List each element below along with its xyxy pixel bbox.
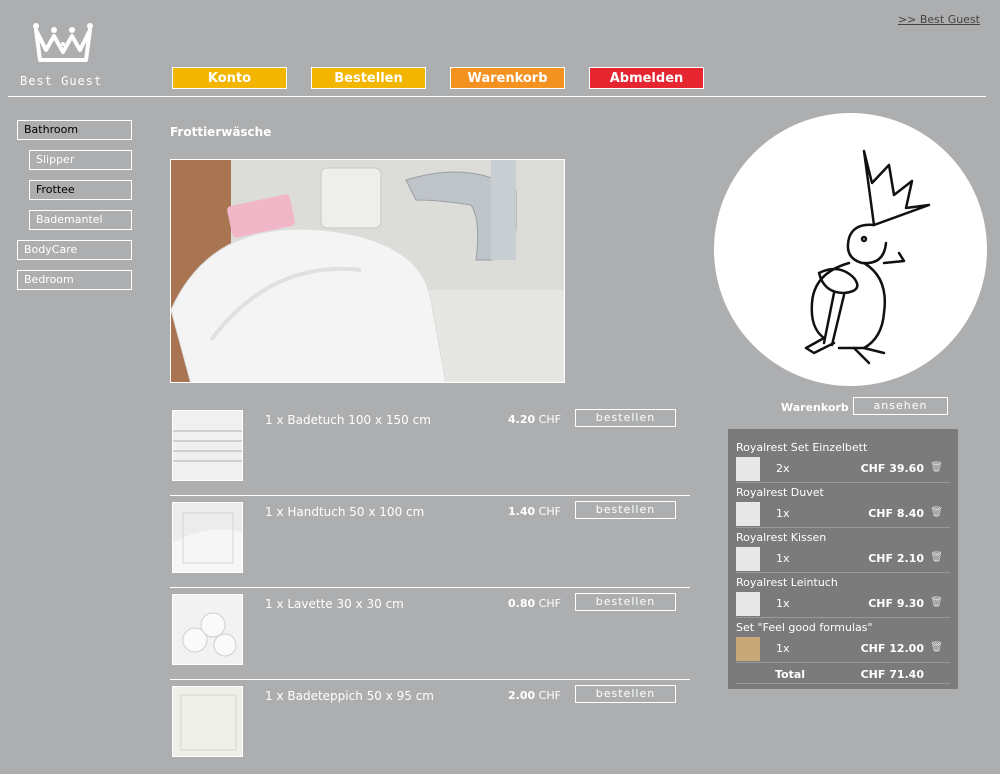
cart-item-name: Royalrest Kissen	[736, 531, 827, 544]
cart-item: Royalrest Duvet 1x CHF 8.40 🗑	[736, 484, 950, 529]
trash-icon[interactable]: 🗑	[930, 552, 943, 563]
cart-item-price: CHF 9.30	[868, 597, 924, 610]
product-name: 1 x Badeteppich 50 x 95 cm	[265, 689, 434, 703]
nav-warenkorb-button[interactable]: Warenkorb	[450, 67, 565, 89]
product-price: 2.00 CHF	[508, 689, 561, 702]
cart-item-qty: 2x	[776, 462, 790, 475]
section-title: Frottierwäsche	[170, 125, 272, 139]
cart-item: Royalrest Kissen 1x CHF 2.10 🗑	[736, 529, 950, 574]
nav-bestellen-button[interactable]: Bestellen	[311, 67, 426, 89]
divider	[736, 527, 950, 528]
cart-item-thumbnail	[736, 547, 760, 571]
cart-item-name: Set "Feel good formulas"	[736, 621, 873, 634]
cart-label: Warenkorb	[781, 401, 849, 414]
divider	[170, 495, 690, 496]
cart-item-qty: 1x	[776, 597, 790, 610]
divider	[736, 572, 950, 573]
product-thumbnail[interactable]	[172, 502, 243, 573]
cart-item-name: Royalrest Leintuch	[736, 576, 838, 589]
product-price: 4.20 CHF	[508, 413, 561, 426]
cart-item-thumbnail	[736, 502, 760, 526]
cart-item: Royalrest Leintuch 1x CHF 9.30 🗑	[736, 574, 950, 619]
cart-total-label: Total	[775, 668, 806, 681]
sidebar-item-bedroom[interactable]: Bedroom	[17, 270, 132, 290]
hero-image	[170, 159, 565, 383]
trash-icon[interactable]: 🗑	[930, 507, 943, 518]
sidebar-item-bademantel[interactable]: Bademantel	[29, 210, 132, 230]
product-price: 0.80 CHF	[508, 597, 561, 610]
divider	[736, 617, 950, 618]
cart-item-price: CHF 8.40	[868, 507, 924, 520]
divider	[170, 679, 690, 680]
order-button[interactable]: bestellen	[575, 501, 676, 519]
trash-icon[interactable]: 🗑	[930, 462, 943, 473]
divider	[170, 587, 690, 588]
brand-name: Best Guest	[20, 74, 103, 88]
sidebar-item-frottee[interactable]: Frottee	[29, 180, 132, 200]
crown-icon	[33, 23, 93, 62]
cart-total-value: CHF 71.40	[860, 668, 924, 681]
cart-item-thumbnail	[736, 592, 760, 616]
cart-item-thumbnail	[736, 457, 760, 481]
best-guest-link[interactable]: >> Best Guest	[898, 13, 980, 26]
divider	[736, 683, 950, 684]
order-button[interactable]: bestellen	[575, 409, 676, 427]
nav-abmelden-button[interactable]: Abmelden	[589, 67, 704, 89]
cart-item-name: Royalrest Duvet	[736, 486, 824, 499]
cart-item-thumbnail	[736, 637, 760, 661]
product-row: 1 x Badeteppich 50 x 95 cm 2.00 CHF best…	[170, 682, 690, 774]
product-thumbnail[interactable]	[172, 686, 243, 757]
cart-item: Royalrest Set Einzelbett 2x CHF 39.60 🗑	[736, 439, 950, 484]
product-name: 1 x Handtuch 50 x 100 cm	[265, 505, 425, 519]
product-name: 1 x Badetuch 100 x 150 cm	[265, 413, 431, 427]
header-divider	[8, 96, 986, 97]
cart-item-qty: 1x	[776, 552, 790, 565]
order-button[interactable]: bestellen	[575, 685, 676, 703]
cart-item-price: CHF 12.00	[860, 642, 924, 655]
view-cart-button[interactable]: ansehen	[853, 397, 948, 415]
product-row: 1 x Handtuch 50 x 100 cm 1.40 CHF bestel…	[170, 498, 690, 590]
nav-konto-button[interactable]: Konto	[172, 67, 287, 89]
order-button[interactable]: bestellen	[575, 593, 676, 611]
cart-item-price: CHF 2.10	[868, 552, 924, 565]
product-thumbnail[interactable]	[172, 594, 243, 665]
product-name: 1 x Lavette 30 x 30 cm	[265, 597, 404, 611]
product-price: 1.40 CHF	[508, 505, 561, 518]
cart-item-name: Royalrest Set Einzelbett	[736, 441, 868, 454]
product-thumbnail[interactable]	[172, 410, 243, 481]
product-row: 1 x Lavette 30 x 30 cm 0.80 CHF bestelle…	[170, 590, 690, 682]
cart-item-qty: 1x	[776, 642, 790, 655]
divider	[736, 662, 950, 663]
sidebar-item-bodycare[interactable]: BodyCare	[17, 240, 132, 260]
divider	[736, 482, 950, 483]
king-illustration	[714, 113, 987, 386]
sidebar-item-slipper[interactable]: Slipper	[29, 150, 132, 170]
cart-item-qty: 1x	[776, 507, 790, 520]
trash-icon[interactable]: 🗑	[930, 642, 943, 653]
product-row: 1 x Badetuch 100 x 150 cm 4.20 CHF beste…	[170, 406, 690, 498]
cart-item-price: CHF 39.60	[860, 462, 924, 475]
trash-icon[interactable]: 🗑	[930, 597, 943, 608]
cart-panel: Royalrest Set Einzelbett 2x CHF 39.60 🗑 …	[728, 429, 958, 689]
sidebar-item-bathroom[interactable]: Bathroom	[17, 120, 132, 140]
cart-item: Set "Feel good formulas" 1x CHF 12.00 🗑	[736, 619, 950, 664]
